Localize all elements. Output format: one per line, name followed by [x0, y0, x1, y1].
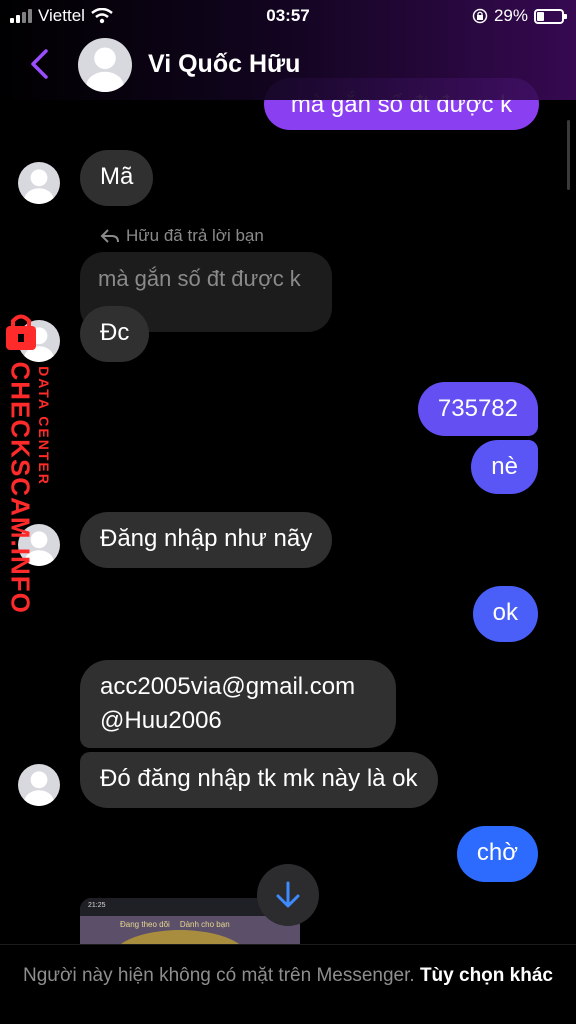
contact-avatar[interactable] [78, 38, 132, 92]
outgoing-message[interactable]: 735782 [417, 382, 538, 436]
composer-unavailable-bar: Người này hiện không có mặt trên Messeng… [0, 944, 576, 1024]
arrow-down-icon [276, 881, 300, 908]
contact-name[interactable]: Vi Quốc Hữu [148, 50, 300, 79]
incoming-message[interactable]: Đó đăng nhập tk mk này là ok [80, 752, 438, 808]
message-line: acc2005via@gmail.com [100, 673, 356, 700]
chevron-left-icon [31, 49, 48, 79]
orientation-lock-icon [472, 8, 488, 24]
outgoing-message[interactable]: ok [472, 586, 538, 642]
unavailable-notice: Người này hiện không có mặt trên Messeng… [23, 965, 415, 986]
avatar-icon [86, 47, 124, 92]
watermark-subtext: DATA CENTER [36, 366, 52, 486]
battery-icon [534, 8, 567, 24]
outgoing-message[interactable]: chờ [456, 826, 538, 882]
status-bar: Viettel 03:57 29% [0, 0, 576, 32]
scroll-to-bottom-button[interactable] [257, 864, 319, 926]
watermark-text: CHECKSCAM.INFO [5, 361, 36, 614]
more-options-link[interactable]: Tùy chọn khác [420, 965, 553, 986]
incoming-message[interactable]: Đc [80, 306, 150, 362]
avatar-icon [24, 771, 54, 806]
incoming-message[interactable]: acc2005via@gmail.com @Huu2006 [80, 660, 396, 748]
chat-thread: mà gắn số đt được k Mã Hữu đã trả lời bạ… [0, 0, 576, 944]
avatar-icon [24, 169, 54, 204]
contact-avatar[interactable] [18, 162, 60, 204]
contact-avatar[interactable] [18, 764, 60, 806]
lock-icon [6, 314, 36, 350]
reply-indicator: Hữu đã trả lời bạn [100, 226, 264, 246]
scrollbar[interactable] [567, 120, 570, 190]
battery-info: 29% [472, 6, 567, 26]
battery-percent: 29% [493, 6, 528, 25]
incoming-message[interactable]: Đăng nhập như nãy [80, 512, 333, 568]
back-button[interactable] [24, 44, 54, 84]
reply-icon [100, 229, 119, 243]
outgoing-message[interactable]: nè [471, 440, 538, 494]
battery-fill [537, 11, 544, 21]
watermark: DATA CENTER CHECKSCAM.INFO [0, 308, 60, 614]
reply-indicator-text: Hữu đã trả lời bạn [126, 226, 264, 245]
incoming-message[interactable]: Mã [80, 150, 154, 206]
message-line: @Huu2006 [100, 707, 222, 734]
